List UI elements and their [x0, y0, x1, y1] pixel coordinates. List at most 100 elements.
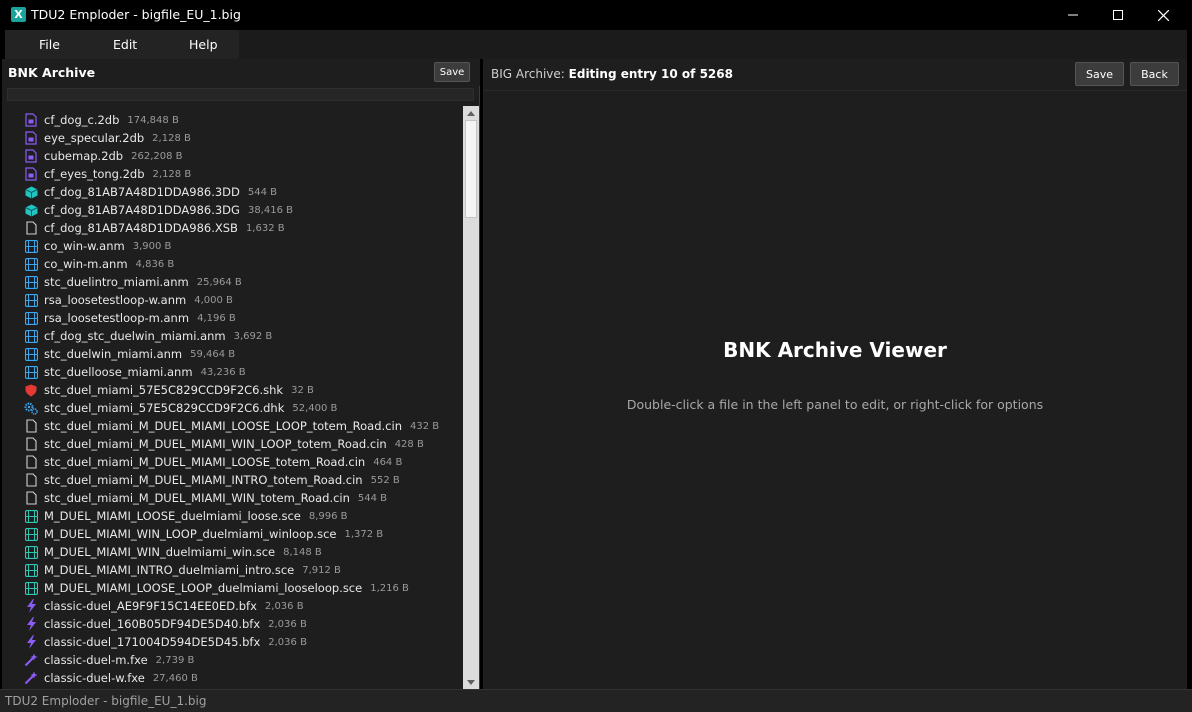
- tree-item[interactable]: rsa_loosetestloop-m.anm 4,196 B: [24, 309, 236, 327]
- film-icon: [24, 311, 38, 325]
- tree-item[interactable]: stc_duelwin_miami.anm 59,464 B: [24, 345, 235, 363]
- tree-item-name: M_DUEL_MIAMI_WIN_duelmiami_win.sce: [44, 545, 276, 559]
- tree-item-size: 432 B: [410, 420, 440, 432]
- tree-item-name: eye_specular.2db: [44, 131, 145, 145]
- scene-icon: [24, 509, 38, 523]
- tree-item[interactable]: M_DUEL_MIAMI_INTRO_duelmiami_intro.sce 7,…: [24, 561, 341, 579]
- bnk-archive-panel: BNK Archive Save cf_dog_c.2db 174,848 B ey…: [2, 59, 480, 689]
- lightning-icon: [24, 617, 38, 631]
- tree-item-size: 464 B: [373, 456, 403, 468]
- tree-item[interactable]: M_DUEL_MIAMI_LOOSE_duelmiami_loose.sce 8,…: [24, 507, 348, 525]
- tree-item[interactable]: stc_duel_miami_57E5C829CCD9F2C6.dhk 52,40…: [24, 399, 337, 417]
- tree-item-size: 2,036 B: [264, 600, 304, 612]
- tree-item[interactable]: M_DUEL_MIAMI_WIN_duelmiami_win.sce 8,148 …: [24, 543, 322, 561]
- tree-item[interactable]: cubemap.2db 262,208 B: [24, 147, 183, 165]
- tree-item[interactable]: rsa_loosetestloop-w.anm 4,000 B: [24, 291, 233, 309]
- scene-icon: [24, 581, 38, 595]
- tree-item[interactable]: stc_duel_miami_M_DUEL_MIAMI_LOOSE_LOOP_t…: [24, 417, 439, 435]
- tree-item[interactable]: M_DUEL_MIAMI_WIN_LOOP_duelmiami_winloop.…: [24, 525, 383, 543]
- viewer-area: BNK Archive Viewer Double-click a file i…: [483, 90, 1187, 689]
- magic-wand-icon: [24, 671, 38, 685]
- file-2db-icon: [24, 113, 38, 127]
- tree-item-size: 4,836 B: [135, 258, 175, 270]
- close-button[interactable]: [1140, 0, 1186, 30]
- tree-item-name: cubemap.2db: [44, 149, 124, 163]
- menu-edit[interactable]: Edit: [113, 37, 137, 52]
- tree-item-name: cf_dog_stc_duelwin_miami.anm: [44, 329, 226, 343]
- lightning-icon: [24, 599, 38, 613]
- scroll-up-button[interactable]: [463, 106, 479, 120]
- gears-icon: [24, 401, 38, 415]
- tree-item[interactable]: stc_duel_miami_57E5C829CCD9F2C6.shk 32 B: [24, 381, 314, 399]
- tree-item[interactable]: stc_duel_miami_M_DUEL_MIAMI_LOOSE_totem_…: [24, 453, 402, 471]
- tree-item[interactable]: classic-duel-m.fxe 2,739 B: [24, 651, 194, 669]
- tree-item-size: 3,900 B: [132, 240, 172, 252]
- tree-item[interactable]: stc_duel_miami_M_DUEL_MIAMI_WIN_totem_Ro…: [24, 489, 387, 507]
- status-text: TDU2 Emploder - bigfile_EU_1.big: [5, 694, 207, 708]
- tree-item[interactable]: stc_duelintro_miami.anm 25,964 B: [24, 273, 242, 291]
- scene-icon: [24, 527, 38, 541]
- tree-item[interactable]: cf_dog_81AB7A48D1DDA986.3DG 38,416 B: [24, 201, 293, 219]
- tree-item-name: classic-duel_160B05DF94DE5D40.bfx: [44, 617, 261, 631]
- tree-item[interactable]: eye_specular.2db 2,128 B: [24, 129, 191, 147]
- tree-item-name: stc_duel_miami_M_DUEL_MIAMI_INTRO_totem_…: [44, 473, 363, 487]
- big-save-button[interactable]: Save: [1075, 62, 1124, 86]
- tree-item[interactable]: classic-duel_160B05DF94DE5D40.bfx 2,036 B: [24, 615, 307, 633]
- tree-item[interactable]: co_win-m.anm 4,836 B: [24, 255, 174, 273]
- blank-file-icon: [24, 437, 38, 451]
- tree-item-size: 262,208 B: [131, 150, 183, 162]
- minimize-button[interactable]: [1050, 0, 1096, 30]
- menu-help[interactable]: Help: [189, 37, 218, 52]
- tree-item-name: classic-duel_171004D594DE5D45.bfx: [44, 635, 261, 649]
- tree-item[interactable]: classic-duel_AE9F9F15C14EE0ED.bfx 2,036 B: [24, 597, 304, 615]
- tree-item-name: M_DUEL_MIAMI_LOOSE_LOOP_duelmiami_loosel…: [44, 581, 363, 595]
- maximize-button[interactable]: [1095, 0, 1141, 30]
- chevron-up-icon: [467, 110, 475, 116]
- lightning-icon: [24, 635, 38, 649]
- filter-input[interactable]: [7, 88, 474, 101]
- blank-file-icon: [24, 419, 38, 433]
- blank-file-icon: [24, 455, 38, 469]
- big-archive-panel: BIG Archive: Editing entry 10 of 5268 Sa…: [483, 59, 1187, 689]
- tree-item-name: M_DUEL_MIAMI_WIN_LOOP_duelmiami_winloop.…: [44, 527, 337, 541]
- bnk-save-button[interactable]: Save: [434, 62, 470, 82]
- tree-item-size: 544 B: [357, 492, 388, 504]
- tree-item[interactable]: co_win-w.anm 3,900 B: [24, 237, 171, 255]
- tree-item-size: 59,464 B: [190, 348, 236, 360]
- tree-item-name: stc_duel_miami_M_DUEL_MIAMI_WIN_LOOP_tot…: [44, 437, 387, 451]
- tree-item-name: classic-duel-m.fxe: [44, 653, 148, 667]
- close-icon: [1157, 9, 1169, 21]
- tree-item[interactable]: cf_eyes_tong.2db 2,128 B: [24, 165, 191, 183]
- tree-item[interactable]: cf_dog_stc_duelwin_miami.anm 3,692 B: [24, 327, 272, 345]
- menu-file[interactable]: File: [39, 37, 60, 52]
- tree-item[interactable]: classic-duel_171004D594DE5D45.bfx 2,036 B: [24, 633, 307, 651]
- tree-item[interactable]: classic-duel-w.fxe 27,460 B: [24, 669, 198, 687]
- tree-item-name: cf_dog_81AB7A48D1DDA986.XSB: [44, 221, 238, 235]
- tree-item[interactable]: cf_dog_81AB7A48D1DDA986.XSB 1,632 B: [24, 219, 285, 237]
- tree-item[interactable]: cf_dog_c.2db 174,848 B: [24, 111, 179, 129]
- tree-scrollbar[interactable]: [463, 106, 479, 689]
- blank-file-icon: [24, 491, 38, 505]
- file-tree: cf_dog_c.2db 174,848 B eye_specular.2db 2,1…: [2, 105, 462, 689]
- tree-item-name: cf_eyes_tong.2db: [44, 167, 145, 181]
- viewer-subtitle: Double-click a file in the left panel to…: [626, 397, 1044, 412]
- tree-item[interactable]: cf_dog_81AB7A48D1DDA986.3DD 544 B: [24, 183, 277, 201]
- film-icon: [24, 347, 38, 361]
- scroll-down-button[interactable]: [463, 675, 479, 689]
- left-panel-title: BNK Archive: [8, 65, 96, 80]
- scene-icon: [24, 563, 38, 577]
- tree-item-size: 2,128 B: [152, 132, 191, 144]
- tree-item-size: 1,216 B: [370, 582, 409, 594]
- right-title-prefix: BIG Archive:: [491, 67, 565, 81]
- tree-item-name: classic-duel-w.fxe: [44, 671, 145, 685]
- scrollbar-thumb[interactable]: [465, 120, 477, 218]
- tree-item[interactable]: stc_duel_miami_M_DUEL_MIAMI_INTRO_totem_…: [24, 471, 400, 489]
- back-button[interactable]: Back: [1130, 62, 1179, 86]
- right-panel-header: BIG Archive: Editing entry 10 of 5268 Sa…: [483, 59, 1187, 89]
- tree-item[interactable]: stc_duelloose_miami.anm 43,236 B: [24, 363, 246, 381]
- file-2db-icon: [24, 167, 38, 181]
- tree-item[interactable]: stc_duel_miami_M_DUEL_MIAMI_WIN_LOOP_tot…: [24, 435, 424, 453]
- tree-item-name: stc_duel_miami_57E5C829CCD9F2C6.shk: [44, 383, 284, 397]
- tree-item[interactable]: M_DUEL_MIAMI_LOOSE_LOOP_duelmiami_loosel…: [24, 579, 409, 597]
- film-icon: [24, 365, 38, 379]
